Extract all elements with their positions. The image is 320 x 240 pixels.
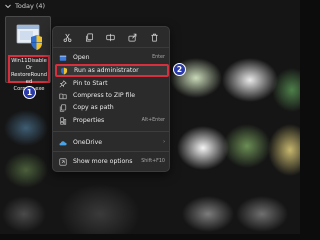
group-header-label: Today (4) (15, 2, 46, 10)
share-icon (128, 33, 137, 41)
menu-item-onedrive[interactable]: OneDrive › (56, 137, 168, 148)
exe-file-icon (16, 24, 42, 50)
menu-item-copy-as-path[interactable]: Copy as path (56, 102, 168, 113)
submenu-chevron-icon: › (163, 140, 165, 145)
menu-item-shortcut: Enter (152, 55, 165, 60)
step-badge-1: 1 (23, 86, 36, 99)
menu-item-shortcut: Shift+F10 (141, 159, 165, 164)
menu-separator (53, 151, 169, 152)
copy-path-icon (59, 104, 67, 111)
menu-item-open[interactable]: Open Enter (56, 52, 168, 63)
context-menu-toolbar (53, 27, 169, 48)
onedrive-icon (59, 140, 67, 145)
chevron-down-icon (5, 4, 11, 9)
open-icon (59, 55, 67, 61)
properties-icon (60, 117, 67, 124)
share-button[interactable] (127, 31, 139, 43)
shield-icon (60, 67, 68, 75)
context-menu: Open Enter Run as administrator Pin to S… (52, 26, 170, 172)
menu-item-label: Show more options (73, 158, 133, 165)
menu-item-compress-zip[interactable]: Compress to ZIP file (56, 90, 168, 101)
selected-file-tile[interactable]: Win11DisableOr RestoreRounded Corners.ex… (5, 16, 51, 92)
menu-item-label: Properties (73, 117, 105, 124)
menu-item-pin-to-start[interactable]: Pin to Start (56, 78, 168, 89)
step-badge-2: 2 (173, 63, 186, 76)
file-name-label: Win11DisableOr RestoreRounded Corners.ex… (8, 55, 50, 92)
menu-item-run-as-administrator[interactable]: Run as administrator (55, 64, 169, 77)
copy-icon (85, 33, 93, 41)
rename-button[interactable] (105, 31, 117, 43)
cut-button[interactable] (62, 31, 74, 43)
delete-icon (151, 33, 158, 41)
menu-item-shortcut: Alt+Enter (141, 118, 165, 123)
file-name-line-1: Win11DisableOr (11, 58, 47, 71)
group-header-today[interactable]: Today (4) (4, 2, 45, 10)
menu-separator (53, 131, 169, 132)
rename-icon (106, 33, 116, 41)
file-name-line-2: RestoreRounded (10, 72, 48, 85)
menu-item-label: Run as administrator (74, 67, 139, 74)
menu-item-label: Pin to Start (73, 80, 108, 87)
menu-item-label: OneDrive (73, 139, 103, 146)
cut-icon (63, 33, 72, 42)
pin-icon (59, 79, 67, 87)
more-options-icon (59, 158, 67, 165)
delete-button[interactable] (148, 31, 160, 43)
menu-item-label: Open (73, 54, 90, 61)
menu-item-label: Compress to ZIP file (73, 92, 136, 99)
copy-button[interactable] (83, 31, 95, 43)
menu-item-properties[interactable]: Properties Alt+Enter (56, 115, 168, 126)
zip-icon (59, 93, 67, 99)
menu-item-show-more-options[interactable]: Show more options Shift+F10 (56, 156, 168, 167)
menu-item-label: Copy as path (73, 104, 114, 111)
